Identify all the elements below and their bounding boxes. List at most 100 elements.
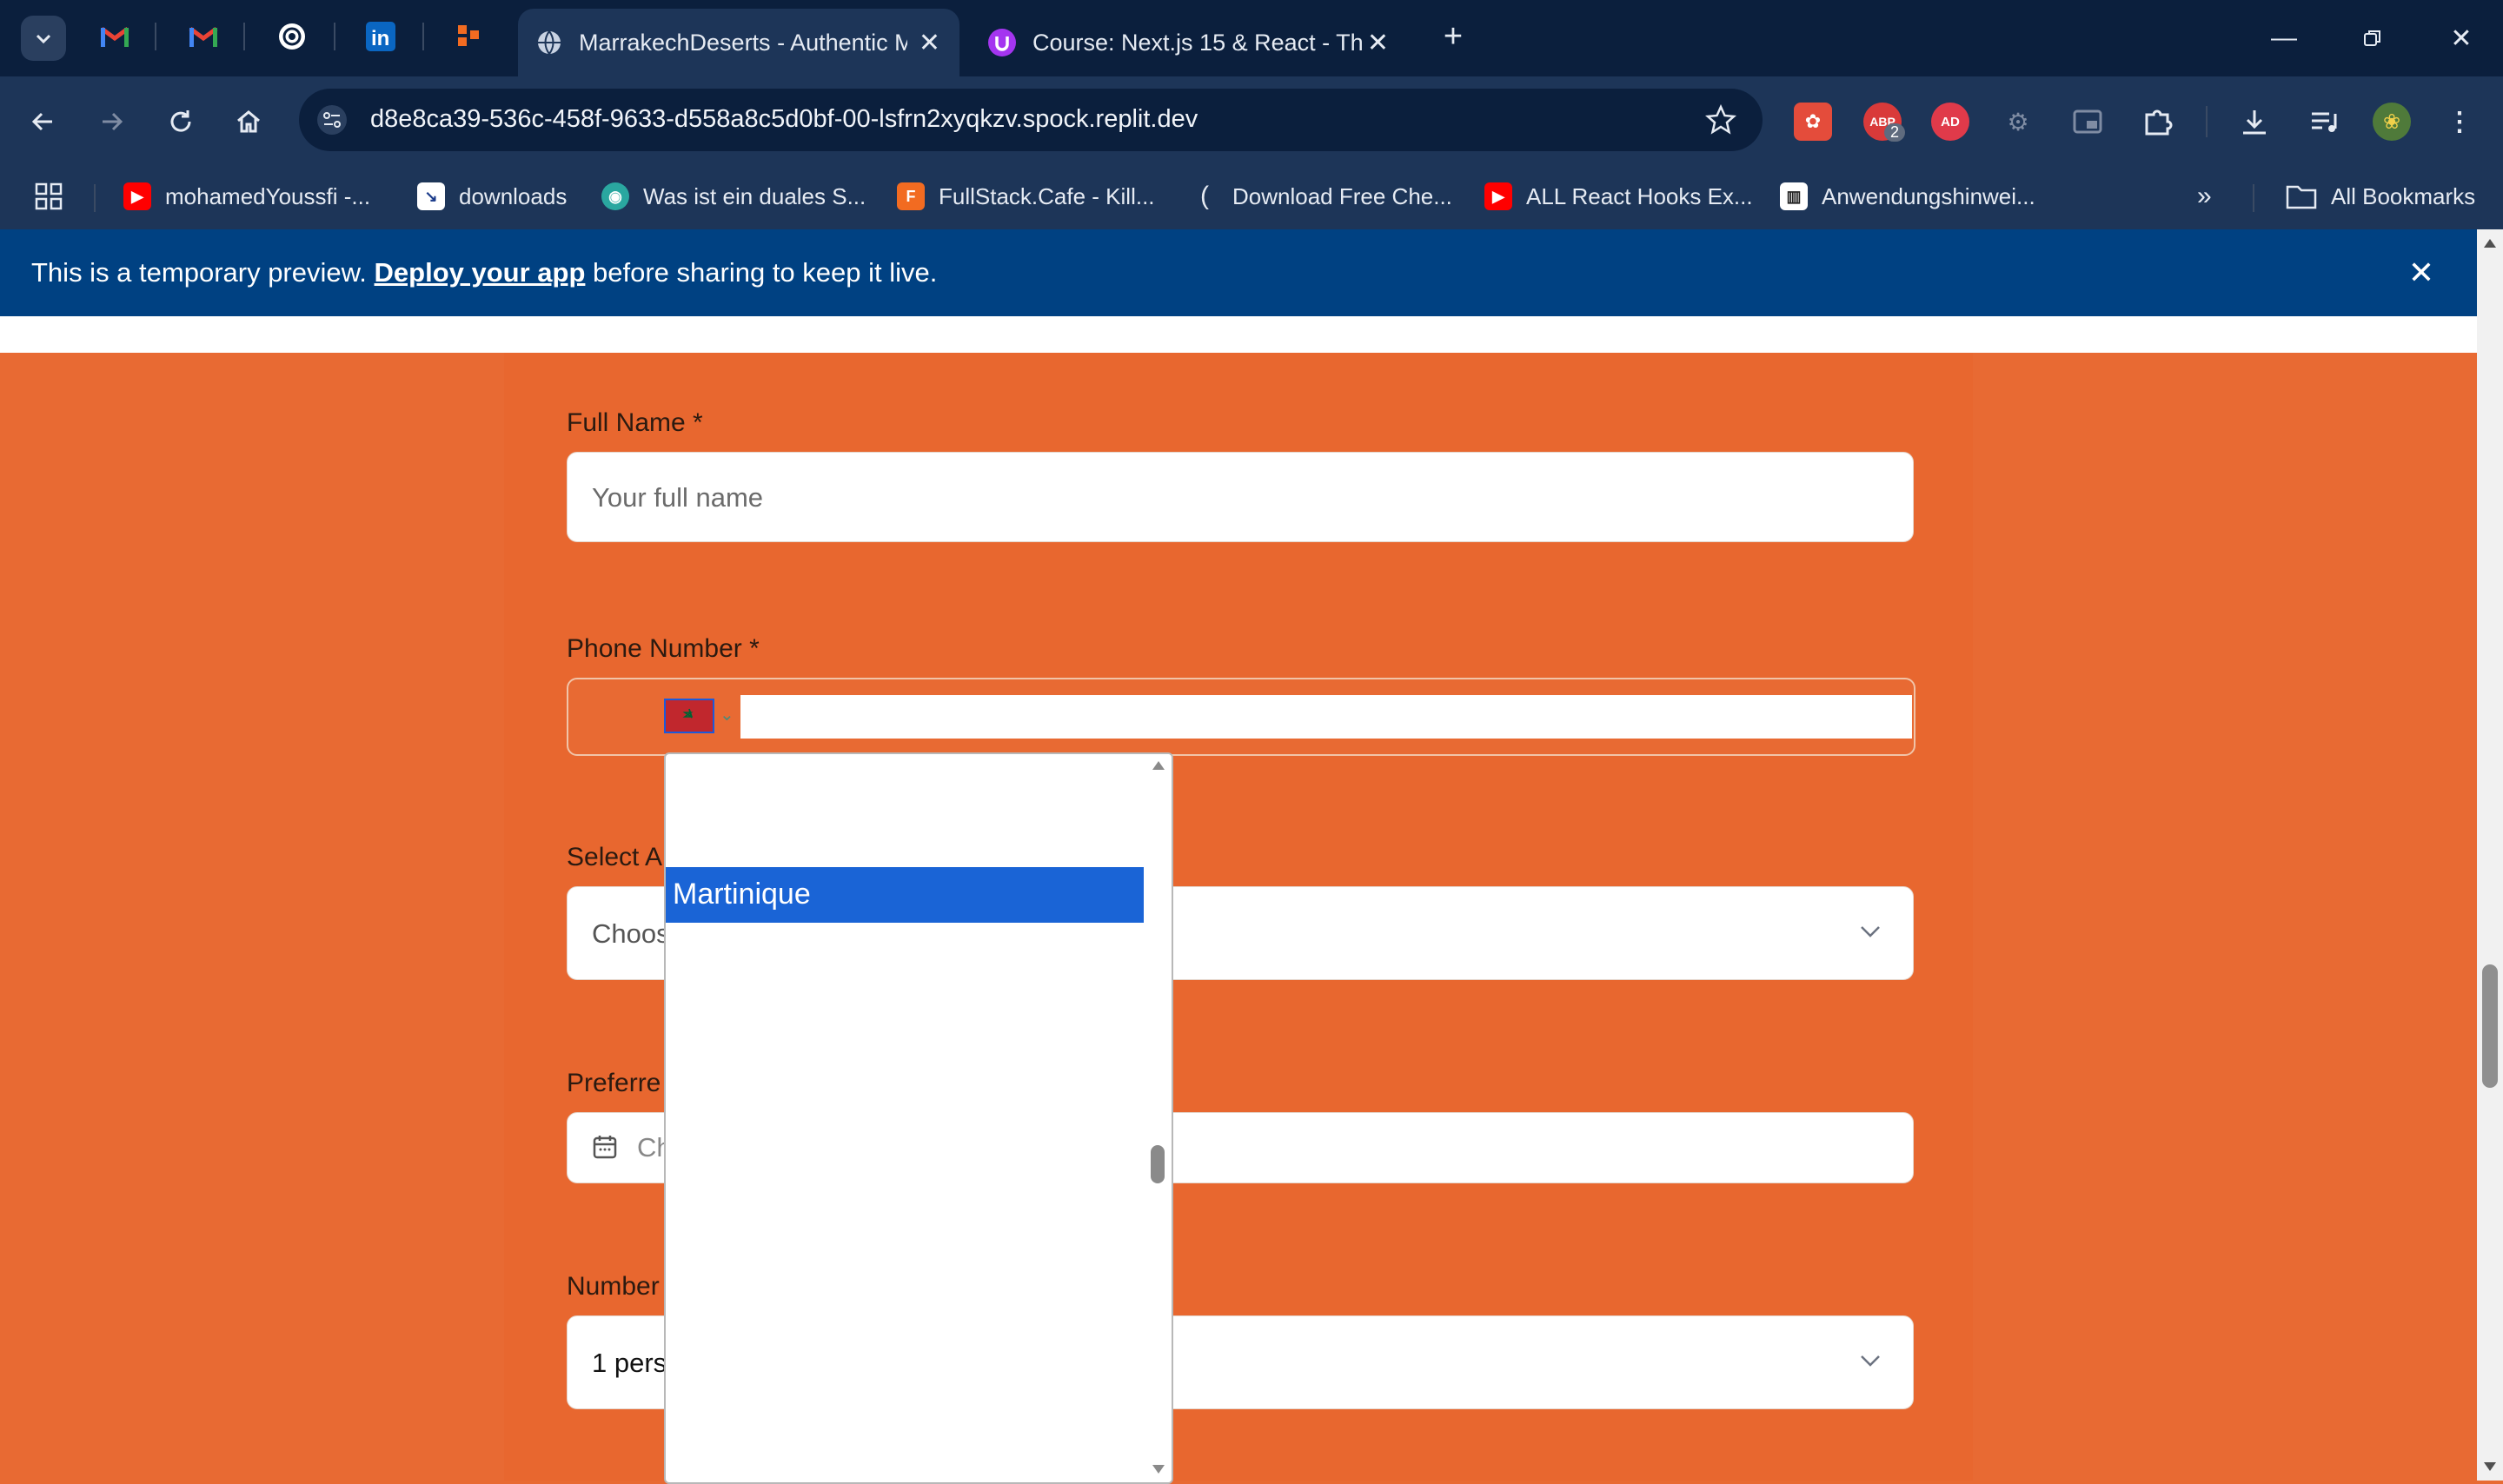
- pinned-tab-linkedin[interactable]: in: [362, 17, 400, 56]
- address-bar[interactable]: d8e8ca39-536c-458f-9633-d558a8c5d0bf-00-…: [299, 89, 1763, 151]
- pinned-tab-gmail-2[interactable]: [184, 17, 222, 56]
- downloads-icon: ↘: [417, 182, 445, 210]
- url-text: d8e8ca39-536c-458f-9633-d558a8c5d0bf-00-…: [370, 105, 1198, 133]
- pip-icon: [2073, 109, 2102, 134]
- gmail-icon: [189, 26, 218, 47]
- scroll-down-arrow-icon[interactable]: [1151, 1463, 1166, 1475]
- pinned-tab-app[interactable]: [450, 17, 488, 56]
- close-icon[interactable]: ✕: [919, 28, 940, 58]
- extension-ad[interactable]: AD: [1931, 103, 1969, 141]
- double-chevron-icon: »: [2197, 182, 2212, 210]
- scroll-up-arrow-icon[interactable]: [2483, 238, 2497, 248]
- bookmark-label: Anwendungshinwei...: [1822, 182, 2035, 209]
- bookmarks-bar: ▶ mohamedYoussfi -... ↘ downloads ◉ Was …: [0, 165, 2503, 230]
- home-button[interactable]: [224, 97, 273, 146]
- bookmark-item[interactable]: ◉ Was ist ein duales S...: [601, 179, 866, 214]
- full-name-label: Full Name *: [567, 408, 703, 437]
- bracket-icon: (: [1200, 182, 1209, 210]
- bookmark-label: mohamedYoussfi -...: [165, 182, 371, 209]
- tab-marrakech[interactable]: MarrakechDeserts - Authentic M ✕: [518, 9, 959, 76]
- bookmark-item[interactable]: ▶ ALL React Hooks Ex...: [1484, 179, 1753, 214]
- svg-text:in: in: [371, 27, 389, 50]
- openai-icon: [279, 23, 305, 50]
- people-value: 1 pers: [592, 1348, 667, 1378]
- chevron-down-icon: [1861, 1355, 1880, 1367]
- bookmark-item[interactable]: ▶ mohamedYoussfi -...: [123, 179, 370, 214]
- browser-tab-strip: in MarrakechDeserts - Authentic M ✕ Cour…: [0, 0, 2503, 76]
- tab-course[interactable]: Course: Next.js 15 & React - The ✕: [965, 9, 1408, 76]
- linkedin-icon: in: [366, 22, 395, 51]
- browser-toolbar: d8e8ca39-536c-458f-9633-d558a8c5d0bf-00-…: [0, 76, 2503, 165]
- scroll-up-arrow-icon[interactable]: [1151, 759, 1166, 772]
- dropdown-scroll-thumb[interactable]: [1151, 1145, 1165, 1183]
- adblock-plus-icon: AD: [1941, 114, 1960, 129]
- apps-grid-icon: [35, 182, 63, 210]
- close-icon: ✕: [2450, 23, 2473, 53]
- bookmark-item[interactable]: F FullStack.Cafe - Kill...: [897, 179, 1155, 214]
- tab-search-button[interactable]: [21, 16, 66, 61]
- back-button[interactable]: [19, 97, 68, 146]
- youtube-icon: ▶: [1484, 182, 1512, 210]
- bookmark-item[interactable]: ( Download Free Che...: [1191, 179, 1452, 214]
- more-bookmarks-button[interactable]: »: [2197, 179, 2212, 214]
- download-icon: [2243, 110, 2266, 135]
- page-scrollbar[interactable]: [2477, 229, 2503, 1481]
- activity-placeholder: Choos: [592, 918, 670, 949]
- picture-in-picture-button[interactable]: [2068, 103, 2107, 141]
- pinned-tab-gmail-1[interactable]: [96, 17, 134, 56]
- media-controls-button[interactable]: [2305, 103, 2343, 141]
- reload-button[interactable]: [156, 97, 205, 146]
- downloads-button[interactable]: [2235, 103, 2274, 141]
- bookmark-item[interactable]: ↘ downloads: [417, 179, 567, 214]
- new-tab-button[interactable]: +: [1434, 17, 1472, 56]
- chevron-down-icon: [1861, 926, 1880, 937]
- pinned-tab-chatgpt[interactable]: [273, 17, 311, 56]
- site-settings-icon[interactable]: [316, 104, 348, 136]
- all-bookmarks-button[interactable]: All Bookmarks: [2286, 179, 2475, 214]
- udemy-icon: [988, 29, 1016, 56]
- extension-adblock[interactable]: ABP 2: [1863, 103, 1906, 142]
- globe-icon: ◉: [601, 182, 629, 210]
- minimize-button[interactable]: —: [2251, 14, 2317, 63]
- phone-number-input[interactable]: [740, 695, 1912, 739]
- globe-icon: [538, 30, 561, 55]
- close-icon[interactable]: ✕: [1367, 28, 1389, 58]
- select-activity-label: Select A: [567, 843, 663, 871]
- apps-button[interactable]: [35, 179, 63, 214]
- puzzle-red-icon: ✿: [1804, 110, 1822, 132]
- doc-icon: ▥: [1780, 182, 1808, 210]
- banner-close-button[interactable]: ✕: [2399, 250, 2444, 295]
- forward-button[interactable]: [87, 97, 136, 146]
- extension-1[interactable]: ✿: [1794, 103, 1832, 141]
- bookmark-item[interactable]: ▥ Anwendungshinwei...: [1780, 179, 2035, 214]
- bookmark-label: ALL React Hooks Ex...: [1526, 182, 1753, 209]
- extensions-button[interactable]: [2138, 103, 2176, 141]
- dropdown-scrollbar[interactable]: [1144, 754, 1172, 1482]
- minimize-icon: —: [2271, 23, 2297, 52]
- profile-button[interactable]: ❀: [2373, 103, 2411, 141]
- dropdown-option-highlighted[interactable]: Martinique: [666, 867, 1144, 923]
- playlist-icon: [2312, 112, 2337, 132]
- full-name-input[interactable]: Your full name: [567, 452, 1914, 542]
- banner-text: This is a temporary preview. Deploy your…: [31, 257, 937, 288]
- country-dropdown-list[interactable]: Martinique: [664, 752, 1173, 1484]
- deploy-app-link[interactable]: Deploy your app: [375, 257, 586, 288]
- extension-robot[interactable]: ⚙: [1999, 103, 2037, 141]
- scroll-down-arrow-icon[interactable]: [2483, 1461, 2497, 1472]
- all-bookmarks-label: All Bookmarks: [2331, 182, 2476, 209]
- arrow-right-icon: [103, 112, 123, 131]
- menu-button[interactable]: ⋮: [2440, 103, 2479, 141]
- bookmark-label: Was ist ein duales S...: [643, 182, 866, 209]
- plus-icon: +: [1443, 17, 1464, 55]
- arrow-left-icon: [31, 112, 52, 131]
- close-window-button[interactable]: ✕: [2428, 14, 2494, 63]
- restore-button[interactable]: [2340, 14, 2406, 63]
- number-of-people-label: Number: [567, 1272, 660, 1301]
- banner-suffix: before sharing to keep it live.: [585, 257, 938, 288]
- reload-icon: [170, 110, 191, 132]
- star-icon[interactable]: [1705, 104, 1736, 136]
- more-vert-icon: ⋮: [2447, 107, 2473, 136]
- header-edge: [0, 316, 2477, 353]
- page-scroll-thumb[interactable]: [2482, 964, 2498, 1088]
- full-name-placeholder: Your full name: [592, 482, 764, 513]
